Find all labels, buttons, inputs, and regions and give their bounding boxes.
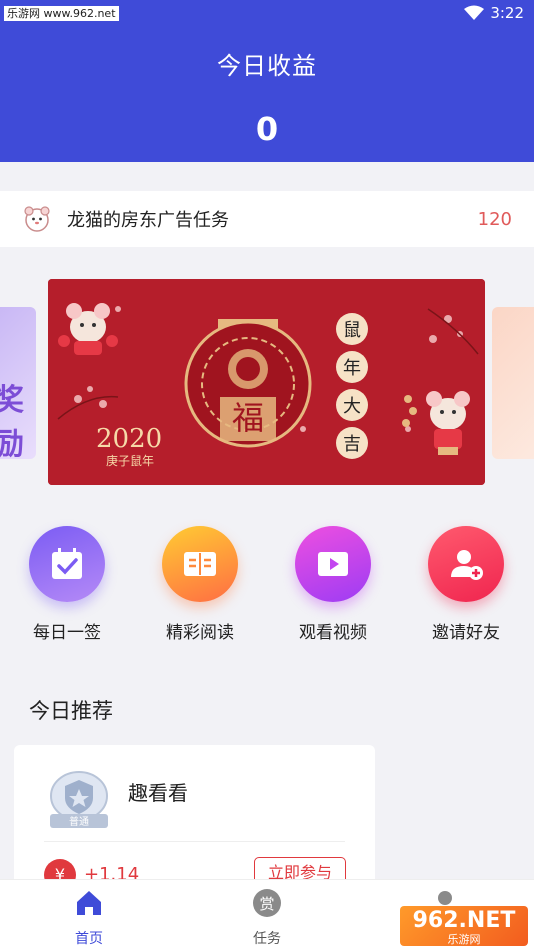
- play-icon: [295, 526, 371, 602]
- recommend-card[interactable]: 普通 趣看看 ¥ +1.14 立即参与: [14, 745, 375, 895]
- action-reading[interactable]: 精彩阅读: [145, 526, 255, 643]
- task-label: 龙猫的房东广告任务: [67, 210, 229, 231]
- header: 乐游网 www.962.net 3:22 今日收益 0: [0, 0, 534, 162]
- earnings-value: 0: [255, 110, 279, 148]
- fu-char: 福: [232, 399, 264, 437]
- calendar-check-icon: [29, 526, 105, 602]
- banner-carousel[interactable]: 奖励 福 2020 庚子鼠年 鼠 年 大 吉: [0, 279, 534, 487]
- banner-char-4: 吉: [343, 434, 361, 455]
- watermark-text: 乐游网 www.962.net: [4, 6, 119, 21]
- ad-task-row[interactable]: 龙猫的房东广告任务 120: [0, 191, 534, 247]
- prev-slide-text: 奖励: [0, 383, 24, 459]
- banner-char-3: 大: [343, 396, 361, 417]
- banner-year: 2020: [96, 424, 162, 454]
- banner-next-slide[interactable]: [492, 307, 534, 459]
- action-daily-checkin[interactable]: 每日一签: [12, 526, 122, 643]
- divider: [44, 841, 345, 842]
- reward-icon: 赏: [253, 889, 281, 917]
- fu-papercut-art: 福: [184, 319, 312, 448]
- quick-actions: 每日一签 精彩阅读 观看视频 邀请好友: [0, 526, 534, 646]
- logo-main: 962.NET: [412, 908, 516, 933]
- recommend-name: 趣看看: [128, 781, 188, 805]
- task-reward: 120: [477, 208, 512, 230]
- reward-glyph: 赏: [259, 895, 274, 913]
- action-label: 精彩阅读: [166, 623, 234, 643]
- level-badge-icon: 普通: [50, 771, 108, 828]
- action-label: 每日一签: [33, 623, 101, 643]
- site-logo: 962.NET 乐游网: [400, 906, 528, 946]
- logo-sub: 乐游网: [447, 933, 481, 946]
- banner-prev-slide[interactable]: 奖励: [0, 307, 36, 459]
- nav-label: 任务: [253, 931, 281, 947]
- hamster-avatar-icon: [24, 206, 50, 232]
- book-icon: [162, 526, 238, 602]
- action-invite-friends[interactable]: 邀请好友: [411, 526, 521, 643]
- new-year-banner-art: 福 2020 庚子鼠年 鼠 年 大 吉: [48, 279, 485, 485]
- banner-char-2: 年: [343, 358, 361, 379]
- status-bar: 乐游网 www.962.net 3:22: [0, 0, 534, 28]
- nav-home[interactable]: 首页: [49, 888, 129, 948]
- banner-char-1: 鼠: [343, 320, 361, 341]
- action-label: 邀请好友: [432, 623, 500, 643]
- bottom-nav: 首页 赏 任务 我的 962.NET 乐游网: [0, 879, 534, 950]
- home-icon: [77, 891, 101, 915]
- add-user-icon: [428, 526, 504, 602]
- action-watch-video[interactable]: 观看视频: [278, 526, 388, 643]
- page-title: 今日收益: [217, 52, 317, 80]
- banner-main-slide[interactable]: 福 2020 庚子鼠年 鼠 年 大 吉: [48, 279, 485, 485]
- nav-label: 首页: [75, 931, 103, 947]
- status-time: 3:22: [490, 4, 524, 22]
- banner-year-sub: 庚子鼠年: [106, 453, 154, 468]
- wifi-icon: [464, 5, 485, 20]
- section-title: 今日推荐: [29, 699, 113, 723]
- badge-label: 普通: [69, 815, 89, 828]
- nav-task[interactable]: 赏 任务: [227, 888, 307, 948]
- action-label: 观看视频: [299, 623, 367, 643]
